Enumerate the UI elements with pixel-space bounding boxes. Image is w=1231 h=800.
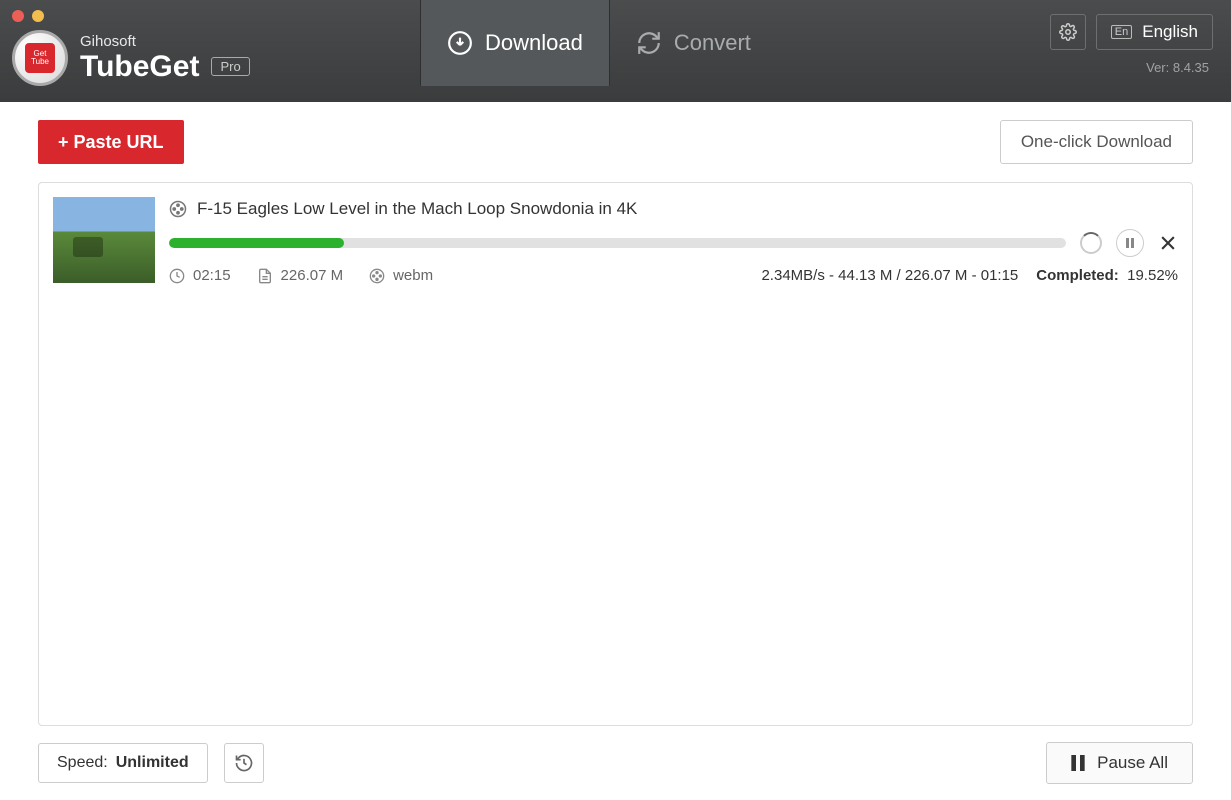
size-value: 226.07 M — [281, 267, 344, 284]
one-click-download-button[interactable]: One-click Download — [1000, 120, 1193, 164]
history-icon — [234, 753, 254, 773]
tab-download[interactable]: Download — [420, 0, 610, 86]
app-header: GetTube Gihosoft TubeGet Pro Download Co… — [0, 0, 1231, 102]
duration-value: 02:15 — [193, 267, 231, 284]
loading-spinner-icon — [1080, 232, 1102, 254]
download-list: F-15 Eagles Low Level in the Mach Loop S… — [38, 182, 1193, 726]
close-window-icon[interactable] — [12, 10, 24, 22]
tab-convert[interactable]: Convert — [610, 0, 777, 86]
brand-block: GetTube Gihosoft TubeGet Pro — [12, 30, 250, 86]
progress-bar-fill — [169, 238, 344, 248]
format-meta: webm — [369, 267, 433, 284]
remove-item-button[interactable] — [1158, 233, 1178, 253]
brand-tier-badge: Pro — [211, 57, 249, 76]
version-label: Ver: 8.4.35 — [1146, 60, 1209, 75]
download-item: F-15 Eagles Low Level in the Mach Loop S… — [53, 197, 1178, 288]
completed-label: Completed: — [1036, 267, 1119, 284]
content-area: + Paste URL One-click Download F-15 Eagl… — [0, 102, 1231, 726]
format-value: webm — [393, 267, 433, 284]
pause-all-label: Pause All — [1097, 753, 1168, 773]
brand-app-name: TubeGet — [80, 50, 199, 84]
convert-icon — [636, 30, 662, 56]
clock-icon — [169, 268, 185, 284]
paste-url-button[interactable]: + Paste URL — [38, 120, 184, 164]
completed-value: 19.52% — [1127, 267, 1178, 284]
settings-button[interactable] — [1050, 14, 1086, 50]
video-title: F-15 Eagles Low Level in the Mach Loop S… — [197, 199, 637, 219]
footer-bar: Speed: Unlimited Pause All — [0, 726, 1231, 800]
pause-icon — [1125, 238, 1135, 248]
language-button[interactable]: En English — [1096, 14, 1213, 50]
history-button[interactable] — [224, 743, 264, 783]
language-label: English — [1142, 22, 1198, 42]
speed-label: Speed: — [57, 754, 108, 772]
download-stats: 2.34MB/s - 44.13 M / 226.07 M - 01:15 — [761, 267, 1018, 284]
pause-item-button[interactable] — [1116, 229, 1144, 257]
format-icon — [369, 268, 385, 284]
language-code-icon: En — [1111, 25, 1132, 39]
speed-limit-button[interactable]: Speed: Unlimited — [38, 743, 208, 783]
download-icon — [447, 30, 473, 56]
window-controls — [0, 0, 56, 32]
size-meta: 226.07 M — [257, 267, 344, 284]
speed-value: Unlimited — [116, 754, 189, 772]
progress-bar — [169, 238, 1066, 248]
brand-company: Gihosoft — [80, 33, 250, 50]
pause-all-button[interactable]: Pause All — [1046, 742, 1193, 784]
tab-convert-label: Convert — [674, 30, 751, 56]
gear-icon — [1059, 23, 1077, 41]
toolbar: + Paste URL One-click Download — [38, 120, 1193, 164]
file-icon — [257, 268, 273, 284]
app-logo-icon: GetTube — [12, 30, 68, 86]
minimize-window-icon[interactable] — [32, 10, 44, 22]
tab-download-label: Download — [485, 30, 583, 56]
video-thumbnail — [53, 197, 155, 283]
pause-all-icon — [1071, 755, 1085, 771]
main-tabs: Download Convert — [420, 0, 777, 102]
duration-meta: 02:15 — [169, 267, 231, 284]
film-reel-icon — [169, 200, 187, 218]
